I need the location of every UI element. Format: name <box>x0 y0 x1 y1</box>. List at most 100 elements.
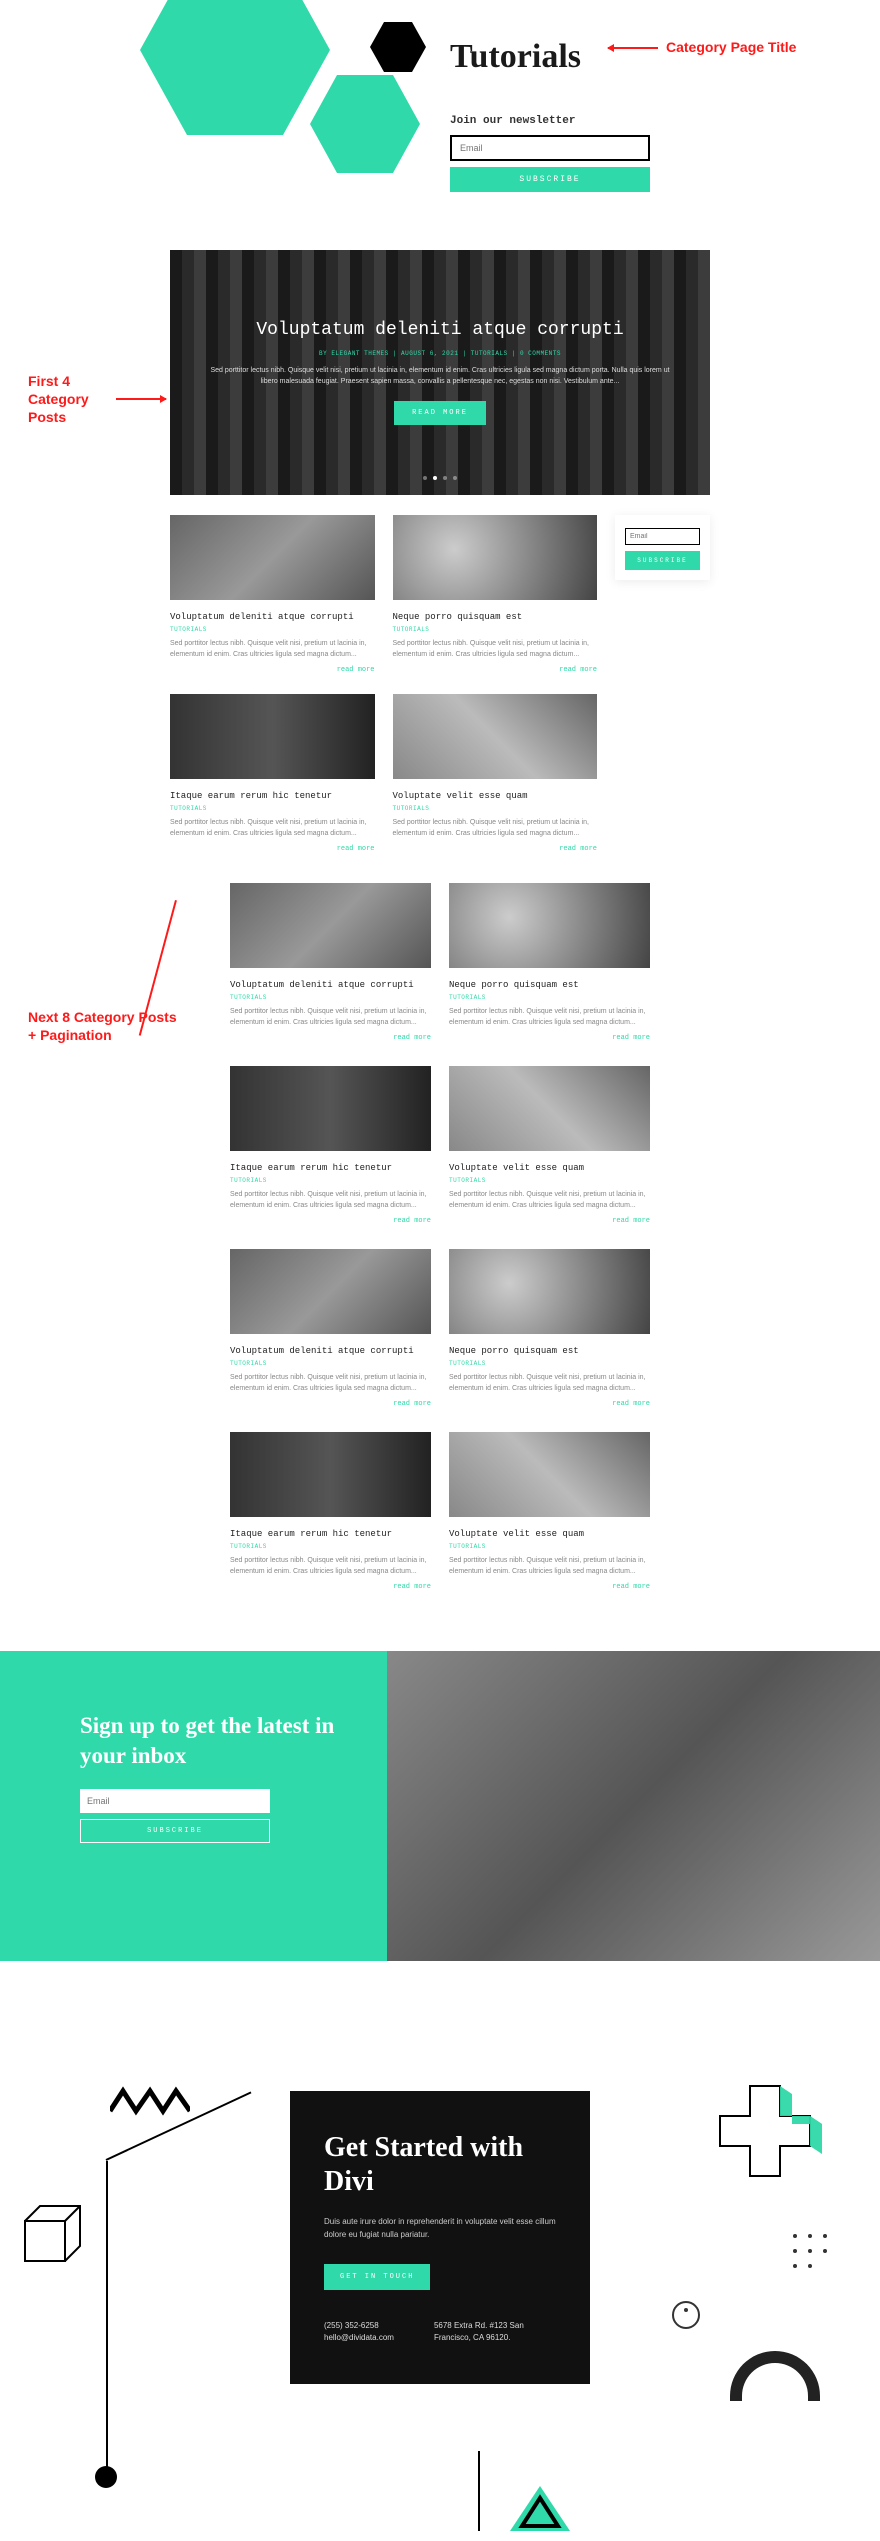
post-title[interactable]: Voluptatum deleniti atque corrupti <box>230 980 431 990</box>
post-excerpt: Sed porttitor lectus nibh. Quisque velit… <box>393 818 598 839</box>
post-image[interactable] <box>230 1066 431 1151</box>
post-title[interactable]: Itaque earum rerum hic tenetur <box>230 1529 431 1539</box>
post-category[interactable]: TUTORIALS <box>449 1177 650 1184</box>
post-card: Itaque earum rerum hic tenetur TUTORIALS… <box>230 1066 431 1225</box>
annotation-next8: Next 8 Category Posts + Pagination <box>28 1008 178 1044</box>
email-input[interactable] <box>450 135 650 161</box>
post-excerpt: Sed porttitor lectus nibh. Quisque velit… <box>230 1556 431 1577</box>
post-excerpt: Sed porttitor lectus nibh. Quisque velit… <box>393 639 598 660</box>
post-category[interactable]: TUTORIALS <box>449 994 650 1001</box>
post-title[interactable]: Itaque earum rerum hic tenetur <box>170 791 375 801</box>
post-excerpt: Sed porttitor lectus nibh. Quisque velit… <box>170 818 375 839</box>
post-excerpt: Sed porttitor lectus nibh. Quisque velit… <box>170 639 375 660</box>
signup-image <box>387 1651 880 1961</box>
post-title[interactable]: Neque porro quisquam est <box>449 980 650 990</box>
annotation-category-title: Category Page Title <box>600 38 796 56</box>
post-image[interactable] <box>449 1066 650 1151</box>
read-more-link[interactable]: read more <box>230 1217 431 1225</box>
post-image[interactable] <box>393 694 598 779</box>
read-more-button[interactable]: READ MORE <box>394 401 486 425</box>
post-title[interactable]: Voluptate velit esse quam <box>449 1529 650 1539</box>
hexagon-decoration <box>310 75 420 173</box>
newsletter-top: Join our newsletter SUBSCRIBE <box>450 115 650 192</box>
read-more-link[interactable]: read more <box>230 1034 431 1042</box>
post-excerpt: Sed porttitor lectus nibh. Quisque velit… <box>230 1190 431 1211</box>
post-category[interactable]: TUTORIALS <box>449 1543 650 1550</box>
dots-icon <box>790 2231 840 2276</box>
post-title[interactable]: Neque porro quisquam est <box>393 612 598 622</box>
post-image[interactable] <box>230 1432 431 1517</box>
triangle-icon <box>510 2486 570 2536</box>
hero-excerpt: Sed porttitor lectus nibh. Quisque velit… <box>210 365 670 387</box>
cta-section: Get Started with Divi Duis aute irure do… <box>0 2021 880 2541</box>
read-more-link[interactable]: read more <box>393 845 598 853</box>
subscribe-button[interactable]: SUBSCRIBE <box>625 551 700 570</box>
signup-section: Sign up to get the latest in your inbox … <box>0 1651 880 1961</box>
hero-slider: Voluptatum deleniti atque corrupti BY EL… <box>170 250 710 495</box>
post-image[interactable] <box>449 1432 650 1517</box>
post-category[interactable]: TUTORIALS <box>230 994 431 1001</box>
post-image[interactable] <box>230 1249 431 1334</box>
post-excerpt: Sed porttitor lectus nibh. Quisque velit… <box>230 1373 431 1394</box>
post-category[interactable]: TUTORIALS <box>170 626 375 633</box>
get-in-touch-button[interactable]: GET IN TOUCH <box>324 2264 430 2290</box>
post-title[interactable]: Voluptatum deleniti atque corrupti <box>170 612 375 622</box>
post-image[interactable] <box>393 515 598 600</box>
post-card: Neque porro quisquam est TUTORIALS Sed p… <box>393 515 598 674</box>
signup-heading: Sign up to get the latest in your inbox <box>80 1711 347 1771</box>
post-category[interactable]: TUTORIALS <box>449 1360 650 1367</box>
post-card: Voluptatum deleniti atque corrupti TUTOR… <box>230 1249 431 1408</box>
slider-dots[interactable] <box>170 467 710 485</box>
post-card: Voluptate velit esse quam TUTORIALS Sed … <box>449 1066 650 1225</box>
read-more-link[interactable]: read more <box>449 1217 650 1225</box>
post-card: Itaque earum rerum hic tenetur TUTORIALS… <box>170 694 375 853</box>
cube-icon <box>20 2201 90 2276</box>
post-image[interactable] <box>449 1249 650 1334</box>
post-category[interactable]: TUTORIALS <box>393 805 598 812</box>
post-title[interactable]: Voluptate velit esse quam <box>449 1163 650 1173</box>
post-excerpt: Sed porttitor lectus nibh. Quisque velit… <box>449 1373 650 1394</box>
post-category[interactable]: TUTORIALS <box>393 626 598 633</box>
read-more-link[interactable]: read more <box>170 845 375 853</box>
hexagon-decoration <box>370 22 426 72</box>
decoration-line <box>106 2161 108 2471</box>
post-image[interactable] <box>170 515 375 600</box>
hexagon-decoration <box>140 0 330 135</box>
read-more-link[interactable]: read more <box>230 1400 431 1408</box>
read-more-link[interactable]: read more <box>449 1034 650 1042</box>
post-excerpt: Sed porttitor lectus nibh. Quisque velit… <box>449 1007 650 1028</box>
post-title[interactable]: Neque porro quisquam est <box>449 1346 650 1356</box>
read-more-link[interactable]: read more <box>449 1583 650 1591</box>
post-excerpt: Sed porttitor lectus nibh. Quisque velit… <box>230 1007 431 1028</box>
email-input[interactable] <box>80 1789 270 1813</box>
cta-address: 5678 Extra Rd. #123 San Francisco, CA 96… <box>434 2320 556 2344</box>
post-category[interactable]: TUTORIALS <box>230 1543 431 1550</box>
read-more-link[interactable]: read more <box>170 666 375 674</box>
post-card: Neque porro quisquam est TUTORIALS Sed p… <box>449 883 650 1042</box>
email-input[interactable] <box>625 528 700 545</box>
post-title[interactable]: Itaque earum rerum hic tenetur <box>230 1163 431 1173</box>
post-excerpt: Sed porttitor lectus nibh. Quisque velit… <box>449 1556 650 1577</box>
post-title[interactable]: Voluptate velit esse quam <box>393 791 598 801</box>
post-card: Voluptate velit esse quam TUTORIALS Sed … <box>393 694 598 853</box>
post-card: Voluptatum deleniti atque corrupti TUTOR… <box>170 515 375 674</box>
subscribe-button[interactable]: SUBSCRIBE <box>80 1819 270 1843</box>
post-image[interactable] <box>170 694 375 779</box>
post-card: Itaque earum rerum hic tenetur TUTORIALS… <box>230 1432 431 1591</box>
post-card: Voluptatum deleniti atque corrupti TUTOR… <box>230 883 431 1042</box>
read-more-link[interactable]: read more <box>393 666 598 674</box>
hero-title: Voluptatum deleniti atque corrupti <box>210 320 670 340</box>
read-more-link[interactable]: read more <box>449 1400 650 1408</box>
subscribe-button[interactable]: SUBSCRIBE <box>450 167 650 192</box>
post-card: Neque porro quisquam est TUTORIALS Sed p… <box>449 1249 650 1408</box>
post-title[interactable]: Voluptatum deleniti atque corrupti <box>230 1346 431 1356</box>
post-category[interactable]: TUTORIALS <box>170 805 375 812</box>
post-card: Voluptate velit esse quam TUTORIALS Sed … <box>449 1432 650 1591</box>
post-image[interactable] <box>449 883 650 968</box>
post-category[interactable]: TUTORIALS <box>230 1360 431 1367</box>
read-more-link[interactable]: read more <box>230 1583 431 1591</box>
decoration-line <box>478 2451 480 2531</box>
post-category[interactable]: TUTORIALS <box>230 1177 431 1184</box>
post-image[interactable] <box>230 883 431 968</box>
page-title: Tutorials <box>450 38 581 76</box>
